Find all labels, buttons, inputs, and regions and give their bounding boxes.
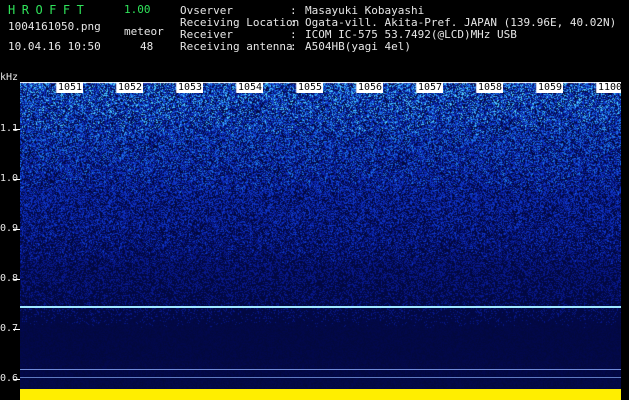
time-tick-label: 1054 bbox=[237, 82, 264, 93]
time-tick-label: 1055 bbox=[297, 82, 324, 93]
reference-line bbox=[20, 377, 621, 378]
time-tick-label: 1058 bbox=[477, 82, 504, 93]
freq-tick bbox=[13, 229, 20, 230]
time-tick-label: 1057 bbox=[417, 82, 444, 93]
info-value-antenna: A504HB(yagi 4el) bbox=[305, 40, 411, 53]
spectrogram-canvas bbox=[20, 82, 621, 400]
info-colon: : bbox=[290, 40, 297, 53]
time-tick-label: 1052 bbox=[117, 82, 144, 93]
meteor-count: 48 bbox=[140, 40, 154, 53]
spectrogram: 1051 1052 1053 1054 1055 1056 1057 1058 … bbox=[20, 82, 621, 400]
date-time: 10.04.16 10:50 bbox=[8, 40, 101, 53]
freq-tick bbox=[13, 129, 20, 130]
reference-line bbox=[20, 369, 621, 370]
freq-tick bbox=[13, 379, 20, 380]
meteor-bar bbox=[20, 389, 621, 400]
freq-unit-label: kHz bbox=[0, 72, 19, 83]
meteor-label: meteor bbox=[124, 25, 164, 38]
time-tick-label: 1053 bbox=[177, 82, 204, 93]
time-tick-label: 1051 bbox=[57, 82, 84, 93]
time-tick-label: 1059 bbox=[537, 82, 564, 93]
freq-tick bbox=[13, 329, 20, 330]
info-label-antenna: Receiving antenna bbox=[180, 40, 293, 53]
file-name: 1004161050.png bbox=[8, 20, 101, 33]
time-tick-label: 1100 bbox=[597, 82, 621, 93]
freq-tick bbox=[13, 279, 20, 280]
freq-tick bbox=[13, 179, 20, 180]
time-tick-label: 1056 bbox=[357, 82, 384, 93]
app-version: 1.00 bbox=[124, 3, 151, 16]
carrier-line bbox=[20, 306, 621, 308]
app-name: HROFFT bbox=[8, 3, 91, 17]
